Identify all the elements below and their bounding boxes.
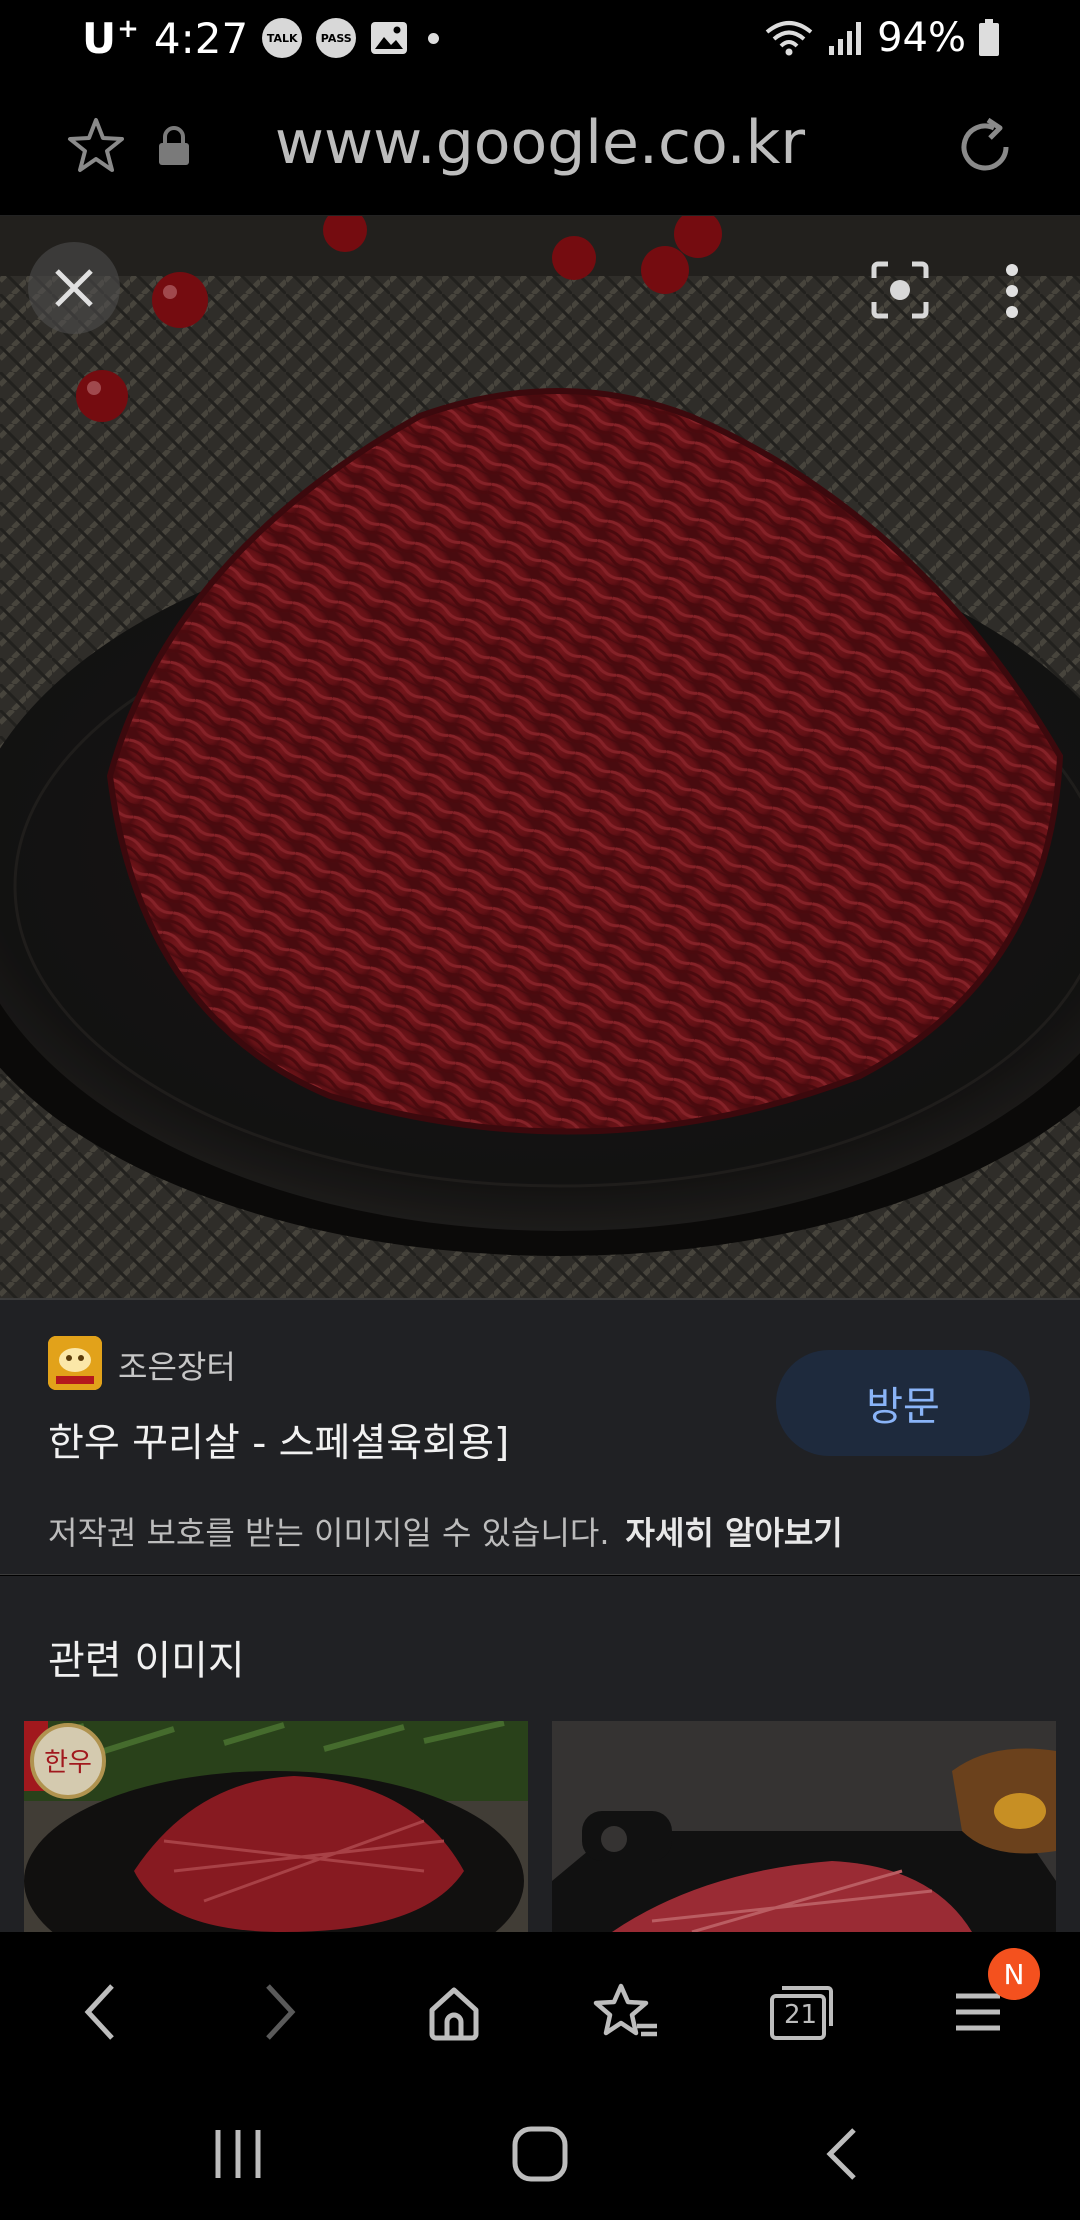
related-images-section: 관련 이미지 한우 xyxy=(0,1576,1080,1932)
copyright-notice: 저작권 보호를 받는 이미지일 수 있습니다. 자세히 알아보기 xyxy=(48,1508,843,1554)
browser-toolbar: 21 N xyxy=(0,1932,1080,2078)
talk-notification-icon: TALK xyxy=(262,18,303,58)
more-vert-icon[interactable] xyxy=(1000,256,1024,326)
close-icon xyxy=(55,269,93,307)
home-button[interactable] xyxy=(414,1972,494,2052)
menu-button[interactable]: N xyxy=(938,1948,1040,2052)
more-notifications-dot xyxy=(428,32,440,44)
home-icon xyxy=(429,1987,479,2041)
back-icon xyxy=(84,1984,114,2040)
lock-icon xyxy=(159,126,189,165)
clock: 4:27 xyxy=(153,13,249,63)
back-button[interactable] xyxy=(60,1972,140,2052)
status-right: 94% xyxy=(763,10,1000,66)
close-button[interactable] xyxy=(28,242,120,334)
signal-icon xyxy=(829,22,862,55)
related-image-2[interactable] xyxy=(552,1721,1056,1932)
lens-icon[interactable] xyxy=(870,260,930,320)
recent-apps-icon xyxy=(215,2130,261,2178)
copyright-text: 저작권 보호를 받는 이미지일 수 있습니다. xyxy=(48,1514,610,1552)
reload-icon[interactable] xyxy=(950,112,1020,182)
status-bar: U+ 4:27 TALK PASS 94% xyxy=(0,0,1080,76)
beef-tartare-photo xyxy=(0,216,1080,1298)
pass-notification-icon: PASS xyxy=(316,18,357,58)
related-images-heading: 관련 이미지 xyxy=(48,1638,245,1684)
tabs-button[interactable]: 21 xyxy=(762,1972,842,2052)
visit-button[interactable]: 방문 xyxy=(776,1350,1030,1456)
system-home-button[interactable] xyxy=(500,2114,580,2194)
system-back-icon xyxy=(826,2128,856,2180)
system-back-button[interactable] xyxy=(802,2114,882,2194)
menu-icon xyxy=(956,1993,1000,2031)
system-navigation-bar xyxy=(0,2078,1080,2220)
url-field[interactable]: www.google.co.kr xyxy=(200,108,880,178)
bookmarks-icon xyxy=(593,1983,657,2037)
carrier-label: U+ xyxy=(82,13,140,63)
address-bar: www.google.co.kr xyxy=(0,76,1080,216)
battery-percent: 94% xyxy=(877,15,966,61)
wifi-icon xyxy=(765,21,813,56)
learn-more-link[interactable]: 자세히 알아보기 xyxy=(626,1514,843,1552)
source-logo xyxy=(48,1336,102,1390)
battery-icon xyxy=(979,19,999,56)
menu-new-badge: N xyxy=(988,1948,1040,2000)
star-icon[interactable] xyxy=(64,114,128,178)
image-info-panel: 조은장터 한우 꾸리살 - 스페셜육회용] 방문 저작권 보호를 받는 이미지일… xyxy=(0,1298,1080,1575)
bookmarks-button[interactable] xyxy=(586,1972,666,2052)
tabs-count: 21 xyxy=(784,2000,818,2030)
forward-button[interactable] xyxy=(240,1972,320,2052)
gallery-notification-icon xyxy=(371,22,408,54)
related-image-1[interactable]: 한우 xyxy=(24,1721,528,1932)
source-name[interactable]: 조은장터 xyxy=(118,1342,236,1388)
recent-apps-button[interactable] xyxy=(198,2114,278,2194)
image-viewer[interactable] xyxy=(0,216,1080,1298)
status-left: U+ 4:27 TALK PASS xyxy=(82,10,440,66)
image-title[interactable]: 한우 꾸리살 - 스페셜육회용] xyxy=(48,1412,509,1468)
forward-icon xyxy=(266,1984,296,2040)
home-circle-icon xyxy=(512,2126,568,2182)
